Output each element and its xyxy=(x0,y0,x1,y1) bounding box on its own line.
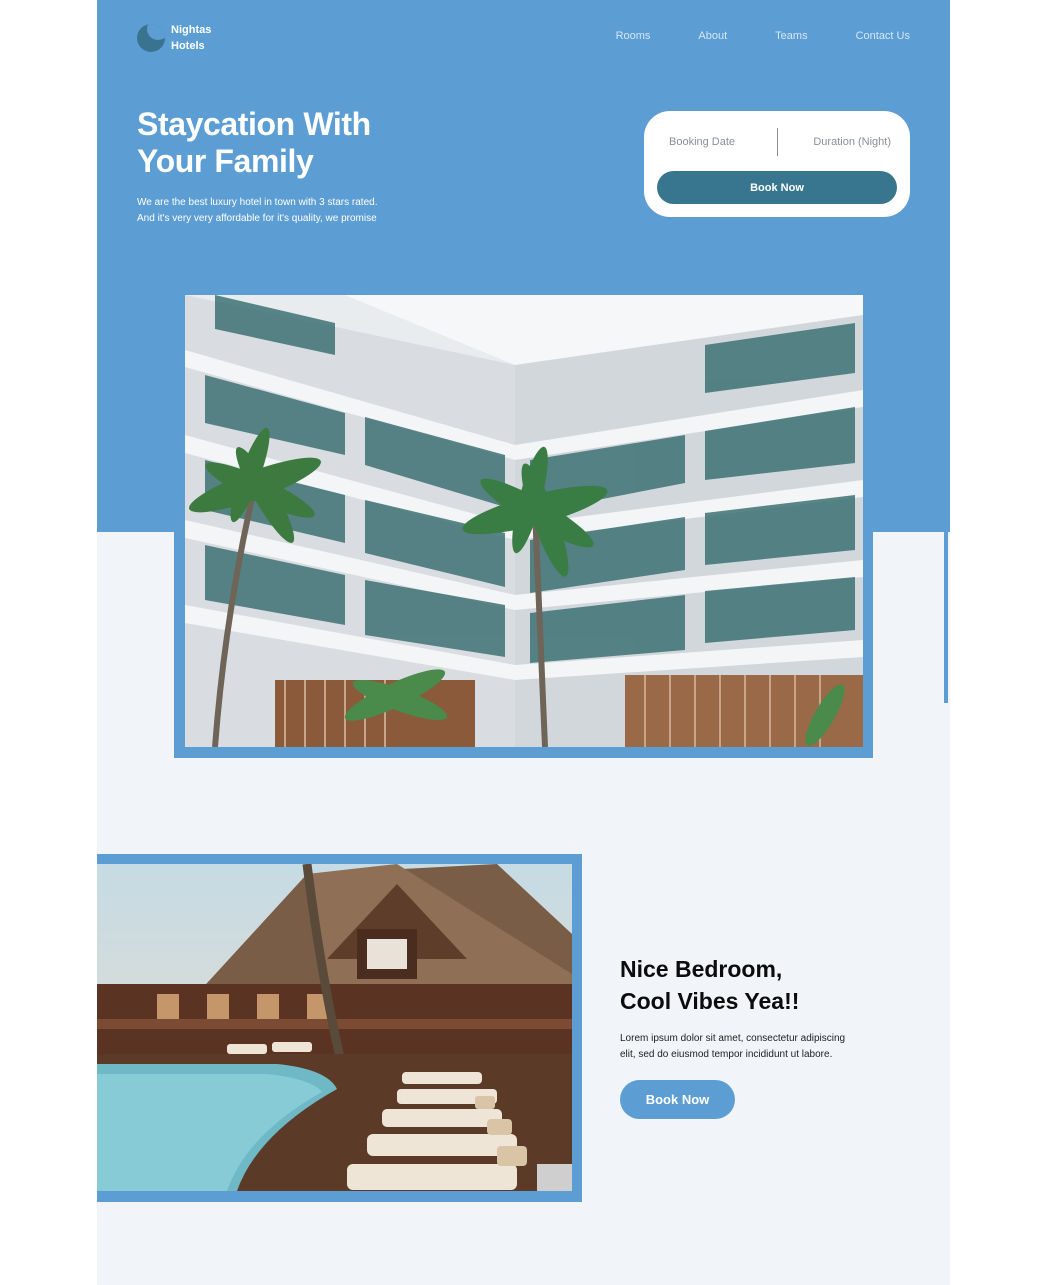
hero-title: Staycation With Your Family xyxy=(137,106,467,180)
brand-name-line2: Hotels xyxy=(171,40,205,52)
hero-description-line1: We are the best luxury hotel in town wit… xyxy=(137,197,378,208)
feature-title-line2: Cool Vibes Yea!! xyxy=(620,988,800,1014)
brand-name-line1: Nightas xyxy=(171,24,212,36)
nav-rooms[interactable]: Rooms xyxy=(616,30,651,42)
duration-field[interactable]: Duration (Night) xyxy=(813,136,891,148)
book-now-button[interactable]: Book Now xyxy=(657,171,897,204)
hotel-building-photo xyxy=(185,295,863,747)
hero-title-line2: Your Family xyxy=(137,143,314,179)
brand-logo[interactable]: Nightas Hotels xyxy=(137,22,211,54)
nav-teams[interactable]: Teams xyxy=(775,30,807,42)
booking-divider xyxy=(777,128,778,156)
feature-book-now-button[interactable]: Book Now xyxy=(620,1080,735,1119)
hero-description: We are the best luxury hotel in town wit… xyxy=(137,195,437,227)
booking-date-field[interactable]: Booking Date xyxy=(669,136,735,148)
feature-description-line1: Lorem ipsum dolor sit amet, consectetur … xyxy=(620,1033,846,1044)
nav-about[interactable]: About xyxy=(698,30,727,42)
feature-description: Lorem ipsum dolor sit amet, consectetur … xyxy=(620,1031,880,1063)
feature-description-line2: elit, sed do eiusmod tempor incididunt u… xyxy=(620,1049,833,1060)
feature-title: Nice Bedroom, Cool Vibes Yea!! xyxy=(620,953,880,1017)
hero-title-line1: Staycation With xyxy=(137,106,371,142)
hero-accent-strip xyxy=(944,532,948,703)
brand-name: Nightas Hotels xyxy=(171,22,211,54)
logo-icon xyxy=(137,24,165,52)
feature-title-line1: Nice Bedroom, xyxy=(620,956,783,982)
nav-contact-us[interactable]: Contact Us xyxy=(856,30,910,42)
landing-page: Nightas Hotels Rooms About Teams Contact… xyxy=(97,0,950,1285)
main-nav: Rooms About Teams Contact Us xyxy=(568,30,910,42)
resort-pool-photo xyxy=(97,864,572,1191)
hero-description-line2: And it's very very affordable for it's q… xyxy=(137,213,377,224)
booking-card: Booking Date Duration (Night) Book Now xyxy=(644,111,910,217)
